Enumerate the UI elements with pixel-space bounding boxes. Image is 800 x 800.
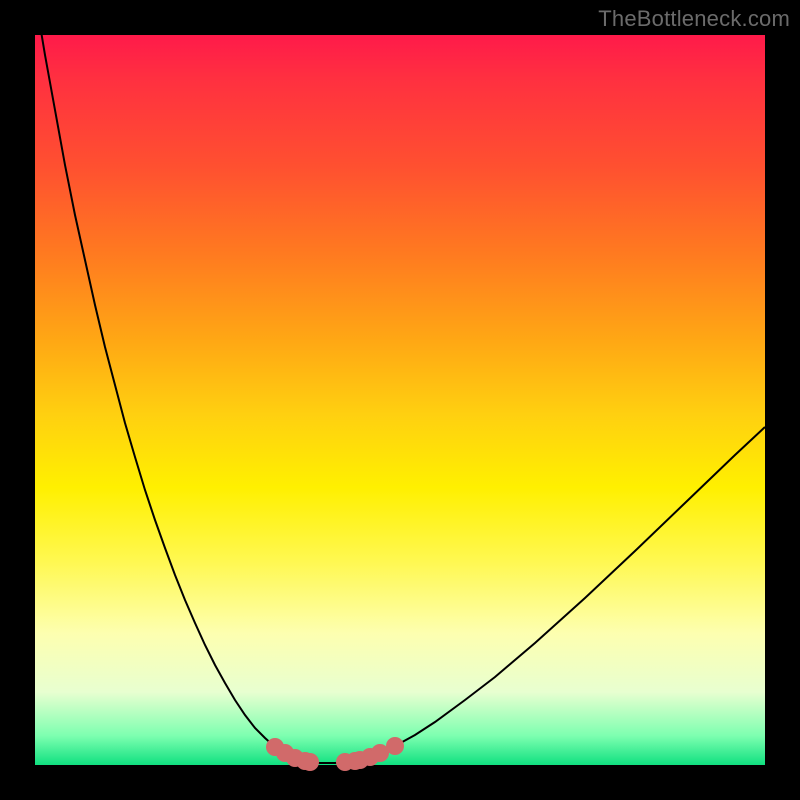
chart-frame: TheBottleneck.com — [0, 0, 800, 800]
bead-group — [266, 737, 404, 771]
bead-marker — [301, 753, 319, 771]
curve-svg — [35, 35, 765, 765]
plot-area — [35, 35, 765, 765]
bead-marker — [386, 737, 404, 755]
watermark-text: TheBottleneck.com — [598, 6, 790, 32]
bottleneck-curve — [35, 0, 765, 763]
